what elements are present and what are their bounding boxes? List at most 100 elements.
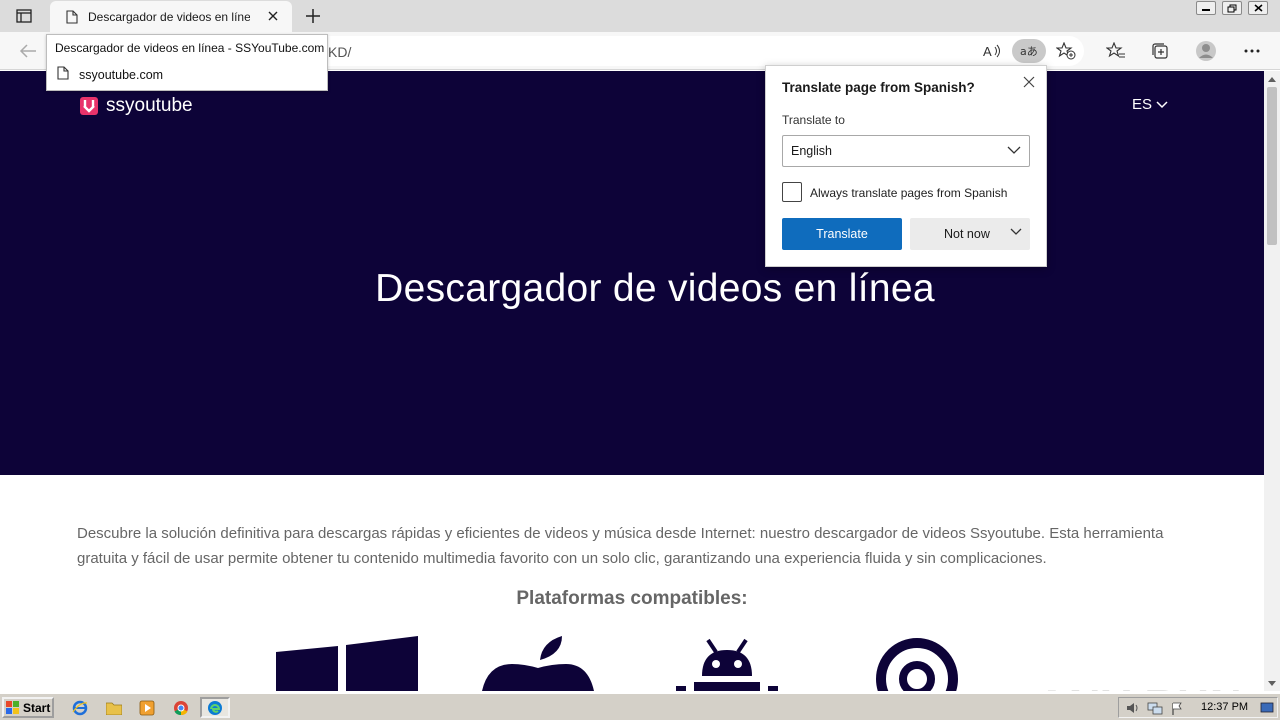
minimize-button[interactable] <box>1196 1 1216 15</box>
caret-up-icon <box>1268 76 1276 82</box>
translate-popup: Translate page from Spanish? Translate t… <box>765 65 1047 267</box>
media-player-icon <box>139 700 155 716</box>
translate-close-button[interactable] <box>1020 73 1038 91</box>
chevron-down-icon[interactable] <box>1010 228 1022 236</box>
star-add-icon <box>1056 42 1076 60</box>
selected-language: English <box>791 144 832 158</box>
logo-text: ssyoutube <box>106 95 193 116</box>
internet-explorer-launcher[interactable] <box>68 698 92 718</box>
taskbar: Start 12:37 PM <box>0 693 1280 720</box>
translate-button[interactable]: aあ <box>1012 39 1046 63</box>
read-aloud-icon: A <box>983 44 1000 59</box>
network-button[interactable] <box>1147 701 1163 715</box>
scroll-up-arrow[interactable] <box>1267 74 1277 84</box>
window-close-button[interactable] <box>1248 1 1268 15</box>
web-page: ssyoutube ES Descargador de videos en lí… <box>0 71 1264 691</box>
apple-icon <box>482 636 594 691</box>
windows-icon <box>276 636 418 691</box>
watermark-text: ANY RUN <box>1036 681 1243 691</box>
screen: Descargador de videos en línea - SSYouTu… <box>0 0 1280 720</box>
desktop-icon <box>1260 702 1274 713</box>
flag-icon <box>1172 702 1182 715</box>
collections-button[interactable] <box>1148 39 1172 63</box>
watermark: ANY RUN <box>1036 681 1243 691</box>
translate-to-label: Translate to <box>782 113 845 127</box>
close-icon <box>1254 4 1262 12</box>
read-aloud-button[interactable]: A <box>980 40 1004 62</box>
scroll-down-arrow[interactable] <box>1267 678 1277 688</box>
start-label: Start <box>23 700 51 715</box>
ssyoutube-logo-icon <box>80 97 98 115</box>
ubuntu-icon <box>876 638 958 691</box>
back-button[interactable] <box>16 40 40 62</box>
hover-card-title: Descargador de videos en línea - SSYouTu… <box>55 41 325 55</box>
target-language-select[interactable]: English <box>782 135 1030 167</box>
intro-paragraph: Descubre la solución definitiva para des… <box>77 525 1164 567</box>
settings-menu-button[interactable] <box>1240 39 1264 63</box>
folder-icon <box>106 702 122 715</box>
browser-tab[interactable]: Descargador de videos en línea - SSYouTu… <box>50 1 292 32</box>
close-icon <box>1023 76 1035 88</box>
add-favorite-button[interactable] <box>1054 40 1078 62</box>
always-translate-label: Always translate pages from Spanish <box>810 186 1008 200</box>
language-label: ES <box>1132 96 1153 113</box>
action-center-button[interactable] <box>1169 701 1185 715</box>
plus-icon <box>306 9 320 23</box>
explorer-launcher[interactable] <box>102 698 126 718</box>
svg-text:aあ: aあ <box>1020 45 1038 58</box>
internet-explorer-icon <box>72 700 88 716</box>
chrome-launcher[interactable] <box>169 698 193 718</box>
new-tab-button[interactable] <box>302 5 324 27</box>
favorites-icon <box>1106 42 1125 58</box>
tab-actions-icon <box>16 9 32 23</box>
always-translate-checkbox[interactable] <box>782 182 802 202</box>
tab-title: Descargador de videos en línea - SSYouTu… <box>88 9 250 24</box>
edge-icon <box>208 700 222 715</box>
site-logo[interactable]: ssyoutube <box>80 95 193 117</box>
avatar-icon <box>1196 41 1216 61</box>
volume-button[interactable] <box>1125 701 1141 715</box>
translate-icon: aあ <box>1020 45 1038 58</box>
tab-strip: Descargador de videos en línea - SSYouTu… <box>0 0 1280 32</box>
close-icon <box>268 11 278 21</box>
page-icon <box>66 9 78 24</box>
show-desktop-button[interactable] <box>1259 701 1275 715</box>
hero-title: Descargador de videos en línea <box>375 267 935 310</box>
chrome-icon <box>174 701 188 716</box>
chevron-down-icon <box>1007 146 1021 154</box>
page-scrollbar[interactable] <box>1264 71 1280 691</box>
tab-close-button[interactable] <box>266 9 280 23</box>
window-controls <box>1196 1 1268 15</box>
speaker-icon <box>1127 703 1138 713</box>
profile-button[interactable] <box>1194 39 1218 63</box>
system-tray: 12:37 PM <box>1118 697 1278 718</box>
back-arrow-icon <box>19 44 36 58</box>
restore-button[interactable] <box>1222 1 1242 15</box>
windows-flag-icon <box>6 701 19 714</box>
not-now-button[interactable]: Not now <box>910 218 1030 250</box>
start-button[interactable]: Start <box>2 697 54 718</box>
minimize-icon <box>1202 9 1210 11</box>
favorites-button[interactable] <box>1104 39 1128 63</box>
network-icon <box>1147 702 1163 714</box>
platforms-heading: Plataformas compatibles: <box>516 588 748 609</box>
scroll-thumb[interactable] <box>1267 87 1277 245</box>
translate-button[interactable]: Translate <box>782 218 902 250</box>
edge-taskbar-button[interactable] <box>200 697 230 718</box>
translate-popup-title: Translate page from Spanish? <box>782 80 975 95</box>
collections-icon <box>1152 43 1168 59</box>
media-player-launcher[interactable] <box>135 698 159 718</box>
more-icon <box>1244 49 1260 53</box>
page-icon <box>57 66 69 80</box>
android-icon <box>676 638 778 691</box>
taskbar-clock[interactable]: 12:37 PM <box>1201 701 1248 713</box>
hover-card-url: ssyoutube.com <box>79 68 164 82</box>
language-selector[interactable]: ES <box>1132 96 1168 113</box>
restore-icon <box>1227 4 1237 12</box>
tab-actions-button[interactable] <box>12 6 36 26</box>
hero-section: ssyoutube ES Descargador de videos en lí… <box>0 71 1264 475</box>
chevron-down-icon <box>1156 100 1168 108</box>
url-text: KD/ <box>328 44 352 60</box>
svg-text:A: A <box>983 44 992 59</box>
caret-down-icon <box>1268 680 1276 686</box>
